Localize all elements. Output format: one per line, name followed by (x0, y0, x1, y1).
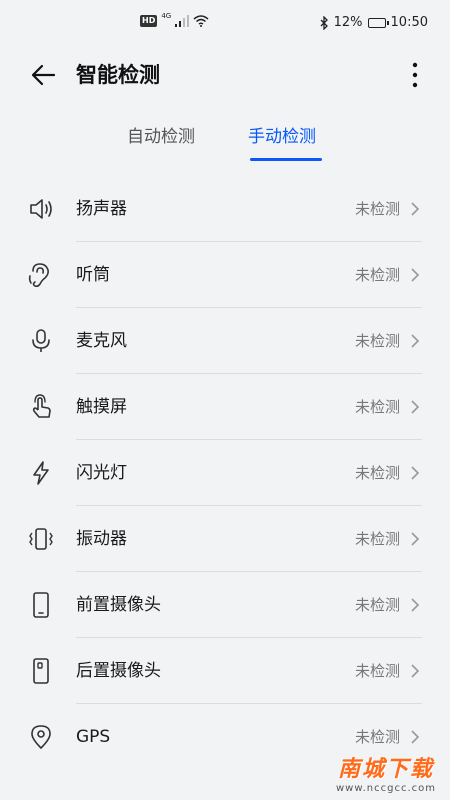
chevron-right-icon (411, 466, 420, 480)
list-item-label: 麦克风 (76, 331, 127, 351)
more-options-icon[interactable] (410, 60, 420, 90)
status-text: 未检测 (354, 398, 400, 416)
status-right: 12% 10:50 (320, 15, 428, 30)
wifi-icon (193, 15, 209, 27)
clock: 10:50 (390, 15, 428, 30)
list-item-rear-camera[interactable]: 后置摄像头 未检测 (0, 638, 450, 704)
status-text: 未检测 (354, 200, 400, 218)
bluetooth-icon (320, 15, 328, 30)
microphone-icon (32, 329, 50, 352)
chevron-right-icon (411, 664, 420, 678)
list-item-earpiece[interactable]: 听筒 未检测 (0, 242, 450, 308)
list-item-speaker[interactable]: 扬声器 未检测 (0, 176, 450, 242)
battery-percent: 12% (333, 15, 363, 30)
location-icon (31, 725, 51, 749)
rear-camera-icon (33, 658, 49, 684)
status-text: 未检测 (354, 530, 400, 548)
status-text: 未检测 (354, 662, 400, 680)
vibration-icon (29, 528, 53, 550)
list-item-vibrator[interactable]: 振动器 未检测 (0, 506, 450, 572)
speaker-icon (30, 199, 52, 219)
list-item-label: 触摸屏 (76, 397, 127, 417)
list-item-label: 前置摄像头 (76, 595, 161, 615)
watermark: 南城下载 www.nccgcc.com (336, 751, 436, 794)
tab-auto-detect[interactable]: 自动检测 (127, 122, 195, 152)
list-item-flashlight[interactable]: 闪光灯 未检测 (0, 440, 450, 506)
list-item-label: 闪光灯 (76, 463, 127, 483)
battery-icon (367, 17, 389, 28)
watermark-title: 南城下载 (337, 757, 434, 782)
list-item-label: 听筒 (76, 265, 110, 285)
test-item-list: 扬声器 未检测 听筒 未检测 麦克风 未检测 触摸屏 未检测 闪光灯 未检测 振… (0, 176, 450, 770)
status-text: 未检测 (354, 596, 400, 614)
chevron-right-icon (411, 532, 420, 546)
tab-bar: 自动检测 手动检测 (0, 122, 450, 162)
front-camera-icon (33, 592, 49, 618)
list-item-label: 扬声器 (76, 199, 127, 219)
hd-badge: HD (140, 15, 158, 27)
watermark-url: www.nccgcc.com (335, 783, 436, 794)
list-item-label: GPS (76, 727, 111, 747)
flash-icon (33, 461, 49, 485)
list-item-touchscreen[interactable]: 触摸屏 未检测 (0, 374, 450, 440)
page-title: 智能检测 (76, 63, 160, 87)
status-bar: HD 4G 12% 10:50 (0, 0, 450, 50)
tab-manual-detect[interactable]: 手动检测 (248, 122, 316, 152)
status-text: 未检测 (354, 464, 400, 482)
list-item-front-camera[interactable]: 前置摄像头 未检测 (0, 572, 450, 638)
chevron-right-icon (411, 202, 420, 216)
list-item-microphone[interactable]: 麦克风 未检测 (0, 308, 450, 374)
app-bar: 智能检测 (0, 50, 450, 100)
chevron-right-icon (411, 730, 420, 744)
chevron-right-icon (411, 400, 420, 414)
signal-icon (175, 15, 190, 27)
chevron-right-icon (411, 268, 420, 282)
status-text: 未检测 (354, 332, 400, 350)
status-text: 未检测 (354, 266, 400, 284)
chevron-right-icon (411, 598, 420, 612)
active-tab-indicator (250, 158, 322, 161)
chevron-right-icon (411, 334, 420, 348)
signal-area: HD 4G (140, 12, 209, 27)
list-item-label: 振动器 (76, 529, 127, 549)
back-arrow-icon[interactable] (28, 60, 58, 90)
network-type: 4G (161, 12, 172, 20)
touch-icon (32, 394, 51, 418)
list-item-label: 后置摄像头 (76, 661, 161, 681)
earpiece-icon (28, 263, 49, 288)
